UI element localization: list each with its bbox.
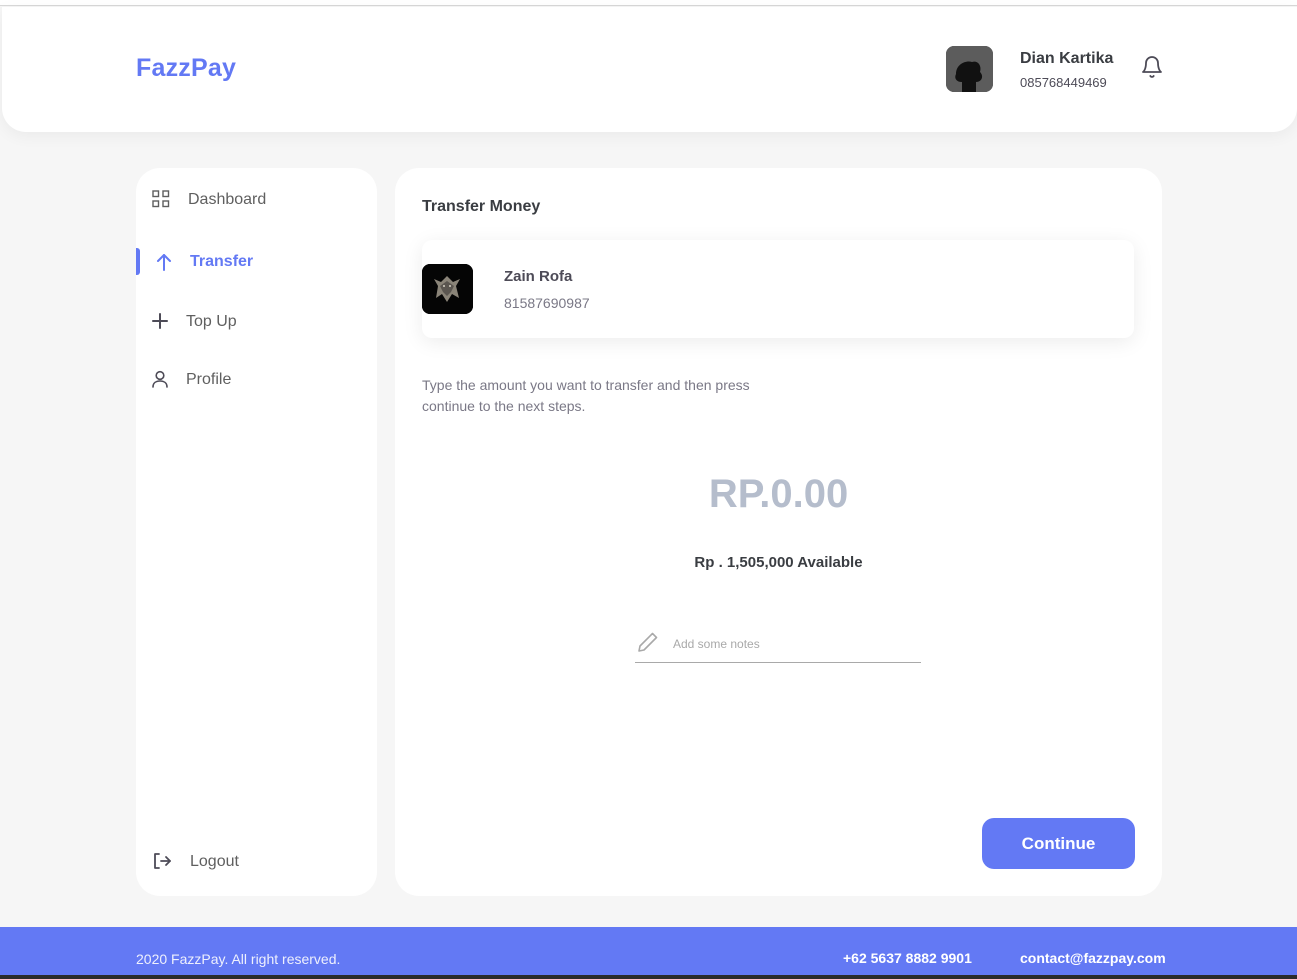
sidebar-item-label: Transfer xyxy=(190,253,254,270)
copyright-text: 2020 FazzPay. All right reserved. xyxy=(136,951,341,967)
sidebar-item-label: Profile xyxy=(186,371,232,388)
sidebar-item-logout[interactable]: Logout xyxy=(136,845,377,879)
receiver-name: Zain Rofa xyxy=(504,268,573,285)
available-balance: Rp . 1,505,000 Available xyxy=(694,554,863,571)
avatar-silhouette-icon xyxy=(946,46,993,92)
footer-email[interactable]: contact@fazzpay.com xyxy=(1020,950,1166,966)
user-avatar[interactable] xyxy=(946,46,993,92)
window-top-edge xyxy=(0,0,1297,6)
logout-icon xyxy=(152,852,172,872)
sidebar: Dashboard Transfer Top Up Profile Logout xyxy=(136,168,377,896)
brand-logo[interactable]: FazzPay xyxy=(136,54,236,83)
sidebar-item-label: Top Up xyxy=(186,313,237,330)
sidebar-item-label: Logout xyxy=(190,853,239,870)
footer: 2020 FazzPay. All right reserved. +62 56… xyxy=(0,927,1297,979)
active-indicator xyxy=(136,248,140,275)
grid-icon xyxy=(152,190,172,210)
receiver-card[interactable]: Zain Rofa 81587690987 xyxy=(422,240,1134,338)
amount-input[interactable]: RP.0.00 xyxy=(395,472,1162,517)
wolf-emblem-icon xyxy=(422,264,473,314)
top-header: FazzPay Dian Kartika 085768449469 xyxy=(2,7,1297,132)
page-title: Transfer Money xyxy=(422,198,541,215)
plus-icon xyxy=(151,312,171,332)
sidebar-item-label: Dashboard xyxy=(188,191,267,208)
receiver-phone: 81587690987 xyxy=(504,295,590,311)
user-name: Dian Kartika xyxy=(1020,50,1114,67)
instruction-text: Type the amount you want to transfer and… xyxy=(422,377,750,414)
notes-field[interactable] xyxy=(635,627,921,663)
sidebar-item-dashboard[interactable]: Dashboard xyxy=(136,183,377,217)
os-taskbar xyxy=(0,975,1297,979)
footer-phone: +62 5637 8882 9901 xyxy=(843,950,972,966)
sidebar-item-profile[interactable]: Profile xyxy=(136,363,377,397)
continue-button[interactable]: Continue xyxy=(982,818,1135,869)
user-phone: 085768449469 xyxy=(1020,75,1107,90)
notes-input[interactable] xyxy=(673,633,913,655)
pencil-icon xyxy=(637,631,659,653)
arrow-up-icon xyxy=(155,252,175,272)
sidebar-item-transfer[interactable]: Transfer xyxy=(136,245,377,279)
transfer-panel: Transfer Money Zain Rofa 81587690987 Typ… xyxy=(395,168,1162,896)
user-icon xyxy=(151,370,171,390)
notification-bell-icon[interactable] xyxy=(1140,54,1164,80)
sidebar-item-topup[interactable]: Top Up xyxy=(136,305,377,339)
receiver-avatar xyxy=(422,264,473,314)
